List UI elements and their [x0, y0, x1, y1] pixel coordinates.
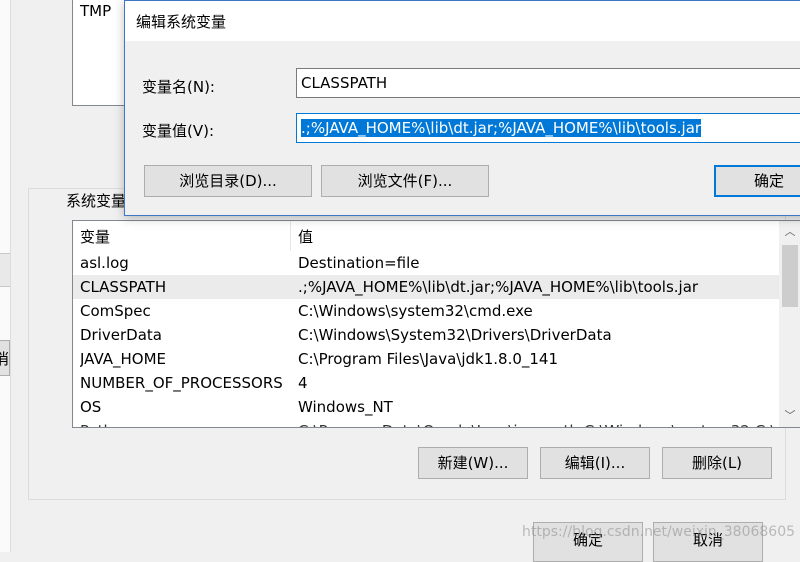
- variable-value-cell: 4: [298, 374, 308, 392]
- background-tab-fragment: [0, 253, 10, 287]
- variable-value-cell: .;%JAVA_HOME%\lib\dt.jar;%JAVA_HOME%\lib…: [298, 278, 699, 296]
- variable-value-cell: C:\ProgramData\Oracle\Java\javapath;C:\W…: [298, 419, 778, 427]
- new-variable-button[interactable]: 新建(W)...: [418, 447, 528, 479]
- list-rows: asl.log Destination=file CLASSPATH .;%JAVA_…: [73, 251, 779, 427]
- vertical-scrollbar[interactable]: ︿ ﹀: [779, 221, 800, 427]
- list-item[interactable]: TMP: [80, 2, 111, 20]
- variable-value-label: 变量值(V):: [142, 122, 215, 140]
- variable-name-cell: Path: [80, 419, 290, 427]
- variable-name-cell: DriverData: [80, 326, 162, 344]
- dialog-title-bar[interactable]: 编辑系统变量: [125, 1, 800, 41]
- variable-value-cell: C:\Windows\system32\cmd.exe: [298, 302, 533, 320]
- browse-file-button[interactable]: 浏览文件(F)...: [321, 165, 489, 197]
- browse-directory-button[interactable]: 浏览目录(D)...: [144, 165, 312, 197]
- variable-name-cell: JAVA_HOME: [80, 350, 167, 368]
- table-row[interactable]: CLASSPATH .;%JAVA_HOME%\lib\dt.jar;%JAVA_…: [73, 275, 779, 299]
- chevron-down-icon[interactable]: ﹀: [779, 405, 800, 427]
- watermark: https://blog.csdn.net/weixin_38068605: [522, 524, 796, 540]
- variable-name-cell: ComSpec: [80, 302, 151, 320]
- table-row[interactable]: JAVA_HOME C:\Program Files\Java\jdk1.8.0_…: [73, 347, 779, 371]
- variable-name-cell: CLASSPATH: [80, 278, 167, 296]
- table-row[interactable]: OS Windows_NT: [73, 395, 779, 419]
- variable-value-cell: Windows_NT: [298, 398, 393, 416]
- table-row[interactable]: asl.log Destination=file: [73, 251, 779, 275]
- selected-text: .;%JAVA_HOME%\lib\dt.jar;%JAVA_HOME%\lib…: [301, 119, 702, 137]
- background-window-edge: 取消: [0, 0, 11, 552]
- edit-variable-button[interactable]: 编辑(I)...: [540, 447, 650, 479]
- system-variables-list[interactable]: 变量 值 asl.log Destination=file CLASSPATH.;%…: [72, 220, 800, 428]
- column-header-variable[interactable]: 变量: [73, 221, 291, 251]
- table-row[interactable]: ComSpec C:\Windows\system32\cmd.exe: [73, 299, 779, 323]
- dialog-ok-button[interactable]: 确定: [714, 165, 800, 197]
- variable-value-cell: Destination=file: [298, 254, 420, 272]
- variable-name-field[interactable]: CLASSPATH: [296, 68, 800, 98]
- chevron-up-icon[interactable]: ︿: [779, 221, 800, 243]
- dialog-title: 编辑系统变量: [136, 13, 227, 31]
- delete-variable-button[interactable]: 删除(L): [662, 447, 772, 479]
- variable-name-cell: OS: [80, 398, 102, 416]
- variable-value-cell: C:\Program Files\Java\jdk1.8.0_141: [298, 350, 559, 368]
- variable-value-field[interactable]: .;%JAVA_HOME%\lib\dt.jar;%JAVA_HOME%\lib…: [296, 113, 800, 143]
- variable-name-cell: NUMBER_OF_PROCESSORS: [80, 374, 283, 392]
- scrollbar-thumb[interactable]: [782, 245, 798, 307]
- table-row[interactable]: Path C:\ProgramData\Oracle\Java\javapath;…: [73, 419, 779, 427]
- variable-name-cell: asl.log: [80, 254, 129, 272]
- edit-system-variable-dialog: 编辑系统变量 变量名(N): CLASSPATH 变量值(V): .;%JAVA…: [124, 0, 800, 216]
- column-header-value[interactable]: 值: [291, 221, 779, 251]
- variable-value-cell: C:\Windows\System32\Drivers\DriverData: [298, 326, 612, 344]
- background-cancel-button[interactable]: 取消: [0, 340, 10, 376]
- table-row[interactable]: NUMBER_OF_PROCESSORS 4: [73, 371, 779, 395]
- variable-name-label: 变量名(N):: [142, 78, 215, 96]
- list-header: 变量 值: [73, 221, 779, 251]
- table-row[interactable]: DriverData C:\Windows\System32\Drivers\Dr…: [73, 323, 779, 347]
